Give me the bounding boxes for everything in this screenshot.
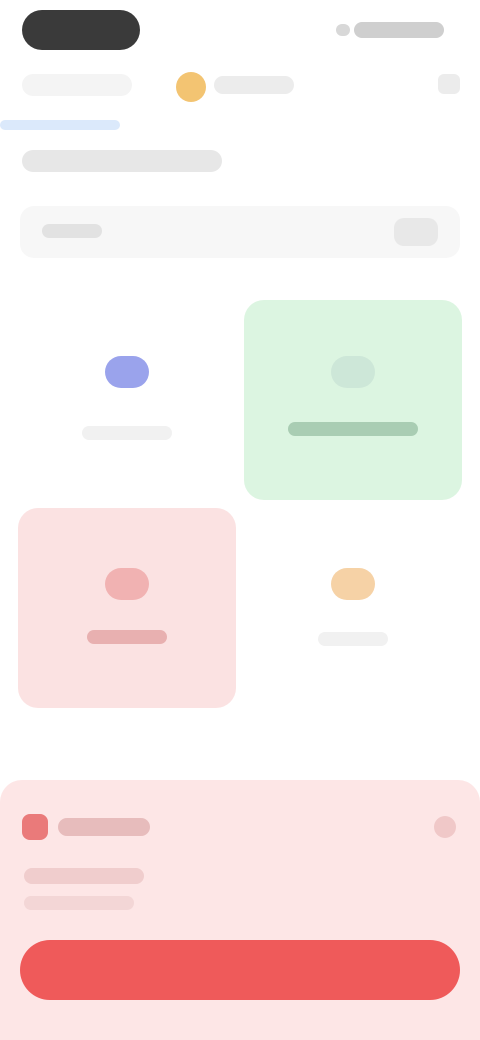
option-card-2-icon xyxy=(331,356,375,388)
close-icon[interactable] xyxy=(434,816,456,838)
menu-icon[interactable] xyxy=(438,74,460,94)
option-card-2-label xyxy=(288,422,418,436)
option-card-1-icon xyxy=(105,356,149,388)
bottom-sheet xyxy=(0,780,480,1040)
alert-icon xyxy=(22,814,48,840)
bottom-sheet-text-line-2 xyxy=(24,896,134,910)
status-bar-indicators xyxy=(354,22,444,38)
filter-row[interactable] xyxy=(20,206,460,258)
filter-label xyxy=(42,224,102,238)
option-card-3-icon xyxy=(105,568,149,600)
option-card-4[interactable] xyxy=(244,508,462,708)
option-card-4-icon xyxy=(331,568,375,600)
bottom-sheet-title xyxy=(58,818,150,836)
status-bar-time xyxy=(22,10,140,50)
page-title xyxy=(22,150,222,172)
option-card-4-label xyxy=(318,632,388,646)
option-card-3-label xyxy=(87,630,167,644)
tab-indicator xyxy=(0,120,120,130)
signal-icon xyxy=(336,24,350,36)
option-card-3[interactable] xyxy=(18,508,236,708)
back-button[interactable] xyxy=(22,74,132,96)
option-card-2[interactable] xyxy=(244,300,462,500)
filter-button[interactable] xyxy=(394,218,438,246)
header xyxy=(0,60,480,110)
option-card-1[interactable] xyxy=(18,300,236,500)
coin-icon xyxy=(176,72,206,102)
option-grid xyxy=(18,300,464,710)
bottom-sheet-text-line-1 xyxy=(24,868,144,884)
coin-balance xyxy=(214,76,294,94)
primary-action-button[interactable] xyxy=(20,940,460,1000)
option-card-1-label xyxy=(82,426,172,440)
